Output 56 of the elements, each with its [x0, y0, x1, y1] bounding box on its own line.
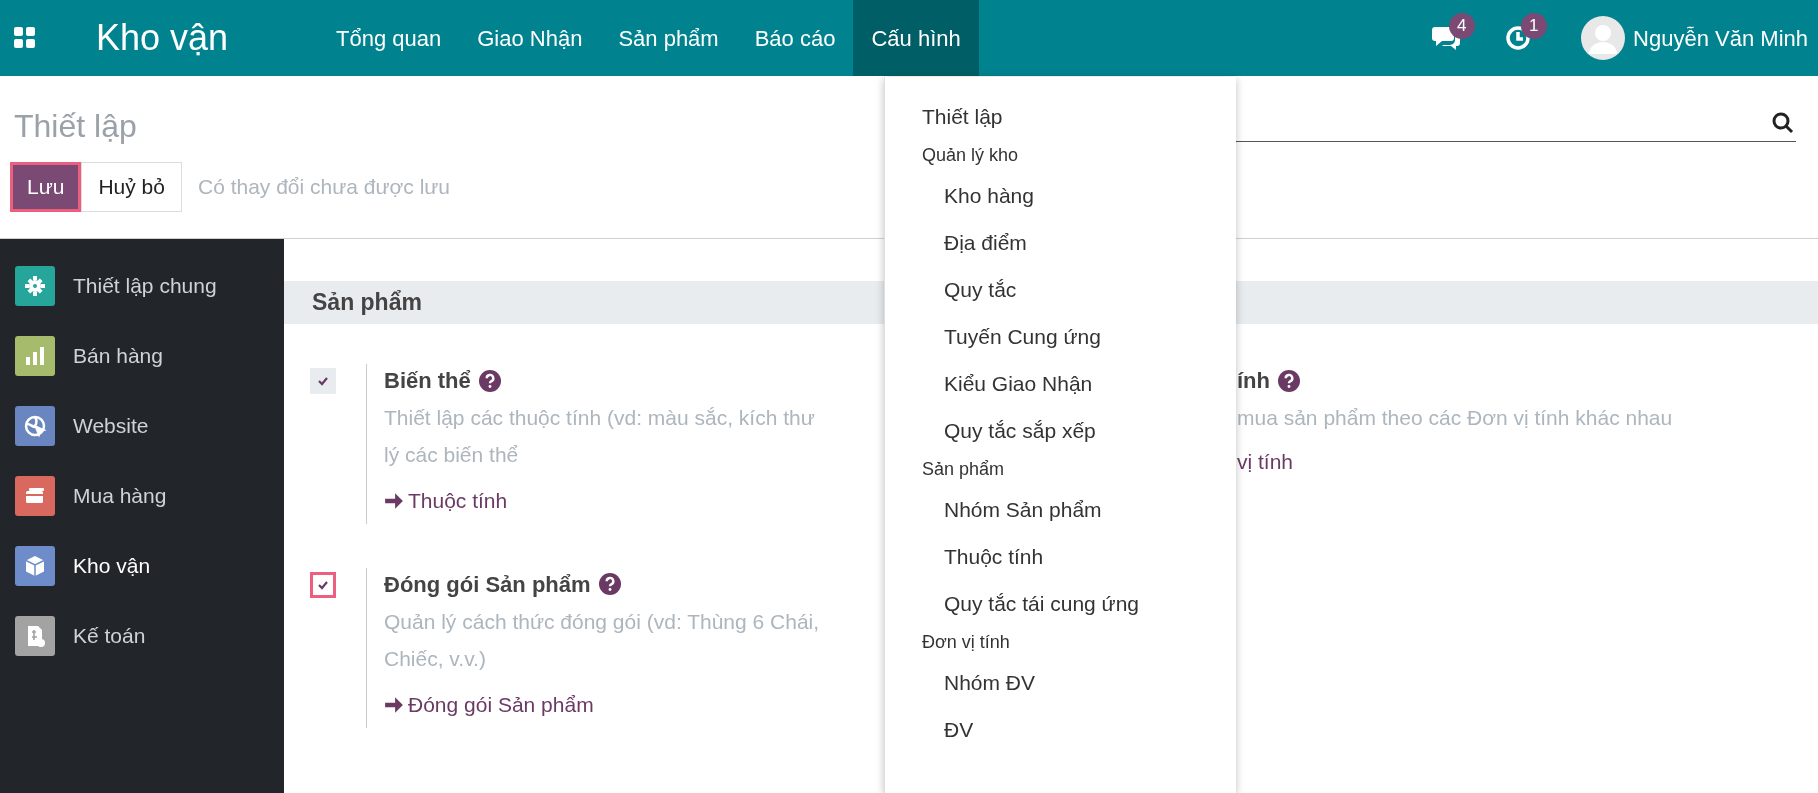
sidebar-item[interactable]: Kho vận — [0, 531, 284, 601]
menu-item[interactable]: Tuyến Cung ứng — [885, 313, 1236, 360]
menu-item[interactable]: Quy tắc tái cung ứng — [885, 580, 1236, 627]
menu-item[interactable]: ĐV — [885, 706, 1236, 753]
help-icon — [1278, 369, 1300, 392]
menu-item[interactable]: Nhóm ĐV — [885, 659, 1236, 706]
discard-button[interactable]: Huỷ bỏ — [81, 162, 182, 212]
sidebar-item[interactable]: Mua hàng — [0, 461, 284, 531]
menu-item[interactable]: Địa điểm — [885, 219, 1236, 266]
menu-section-header: Đơn vị tính — [921, 631, 1011, 654]
setting-description: Thiết lập các thuộc tính (vd: màu sắc, kích thư lý các biến thể — [384, 405, 816, 468]
menu-item[interactable]: Thiết lập — [885, 93, 1236, 140]
menu-tab[interactable]: Giao Nhận — [459, 0, 601, 76]
menu-item[interactable]: Kho hàng — [885, 172, 1236, 219]
menu-item[interactable]: Quy tắc sắp xếp — [885, 407, 1236, 454]
sidebar-item[interactable]: Website — [0, 391, 284, 461]
setting-title: Biến thể — [384, 367, 471, 395]
setting-title: ính — [1237, 367, 1270, 395]
search-icon[interactable] — [1772, 112, 1794, 134]
apps-grid-icon[interactable] — [14, 27, 36, 49]
sidebar-item[interactable]: Kế toán — [0, 601, 284, 671]
gear-icon — [23, 274, 47, 298]
section-title: Sản phẩm — [312, 288, 422, 318]
sidebar-item[interactable]: Thiết lập chung — [0, 251, 284, 321]
menu-tab[interactable]: Cấu hình — [853, 0, 979, 76]
clock-icon[interactable] — [1505, 25, 1532, 51]
setting-description: mua sản phẩm theo các Đơn vị tính khác nhau — [1237, 405, 1673, 431]
menu-item[interactable]: Kiểu Giao Nhận — [885, 360, 1236, 407]
menu-item[interactable]: Thuộc tính — [885, 533, 1236, 580]
check-icon — [317, 375, 329, 387]
activity-count-badge: 1 — [1521, 13, 1547, 39]
menu-tab[interactable]: Tổng quan — [318, 0, 460, 76]
menu-item[interactable]: Nhóm Sản phẩm — [885, 486, 1236, 533]
message-count-badge: 4 — [1449, 13, 1475, 39]
save-button[interactable]: Lưu — [10, 162, 82, 212]
avatar-icon[interactable] — [1581, 16, 1626, 60]
menu-tab[interactable]: Sản phẩm — [600, 0, 737, 76]
checkbox[interactable] — [310, 368, 336, 394]
setting-link[interactable]: Đóng gói Sản phẩm — [384, 688, 594, 721]
menu-section-header: Quản lý kho — [921, 144, 1020, 167]
sidebar-item[interactable]: Bán hàng — [0, 321, 284, 391]
help-icon — [478, 369, 501, 392]
page-title: Thiết lập — [14, 107, 137, 146]
box-icon — [23, 554, 47, 578]
setting-title: Đóng gói Sản phẩm — [384, 570, 591, 599]
user-name[interactable]: Nguyễn Văn Minh — [1633, 21, 1808, 55]
menu-section-header: Sản phẩm — [921, 458, 1006, 481]
app-name: Kho vận — [96, 16, 230, 60]
setting-link[interactable]: Thuộc tính — [384, 485, 508, 517]
help-icon — [598, 573, 621, 596]
unsaved-changes-note: Có thay đổi chưa được lưu — [197, 174, 451, 201]
setting-link[interactable]: vị tính — [1237, 446, 1673, 478]
menu-item[interactable]: Quy tắc — [885, 266, 1236, 313]
setting-description: Quản lý cách thức đóng gói (vd: Thùng 6 Chái, Chiếc, v.v.) — [384, 608, 821, 672]
bar-chart-icon — [23, 344, 47, 368]
menu-tab[interactable]: Báo cáo — [736, 0, 854, 76]
